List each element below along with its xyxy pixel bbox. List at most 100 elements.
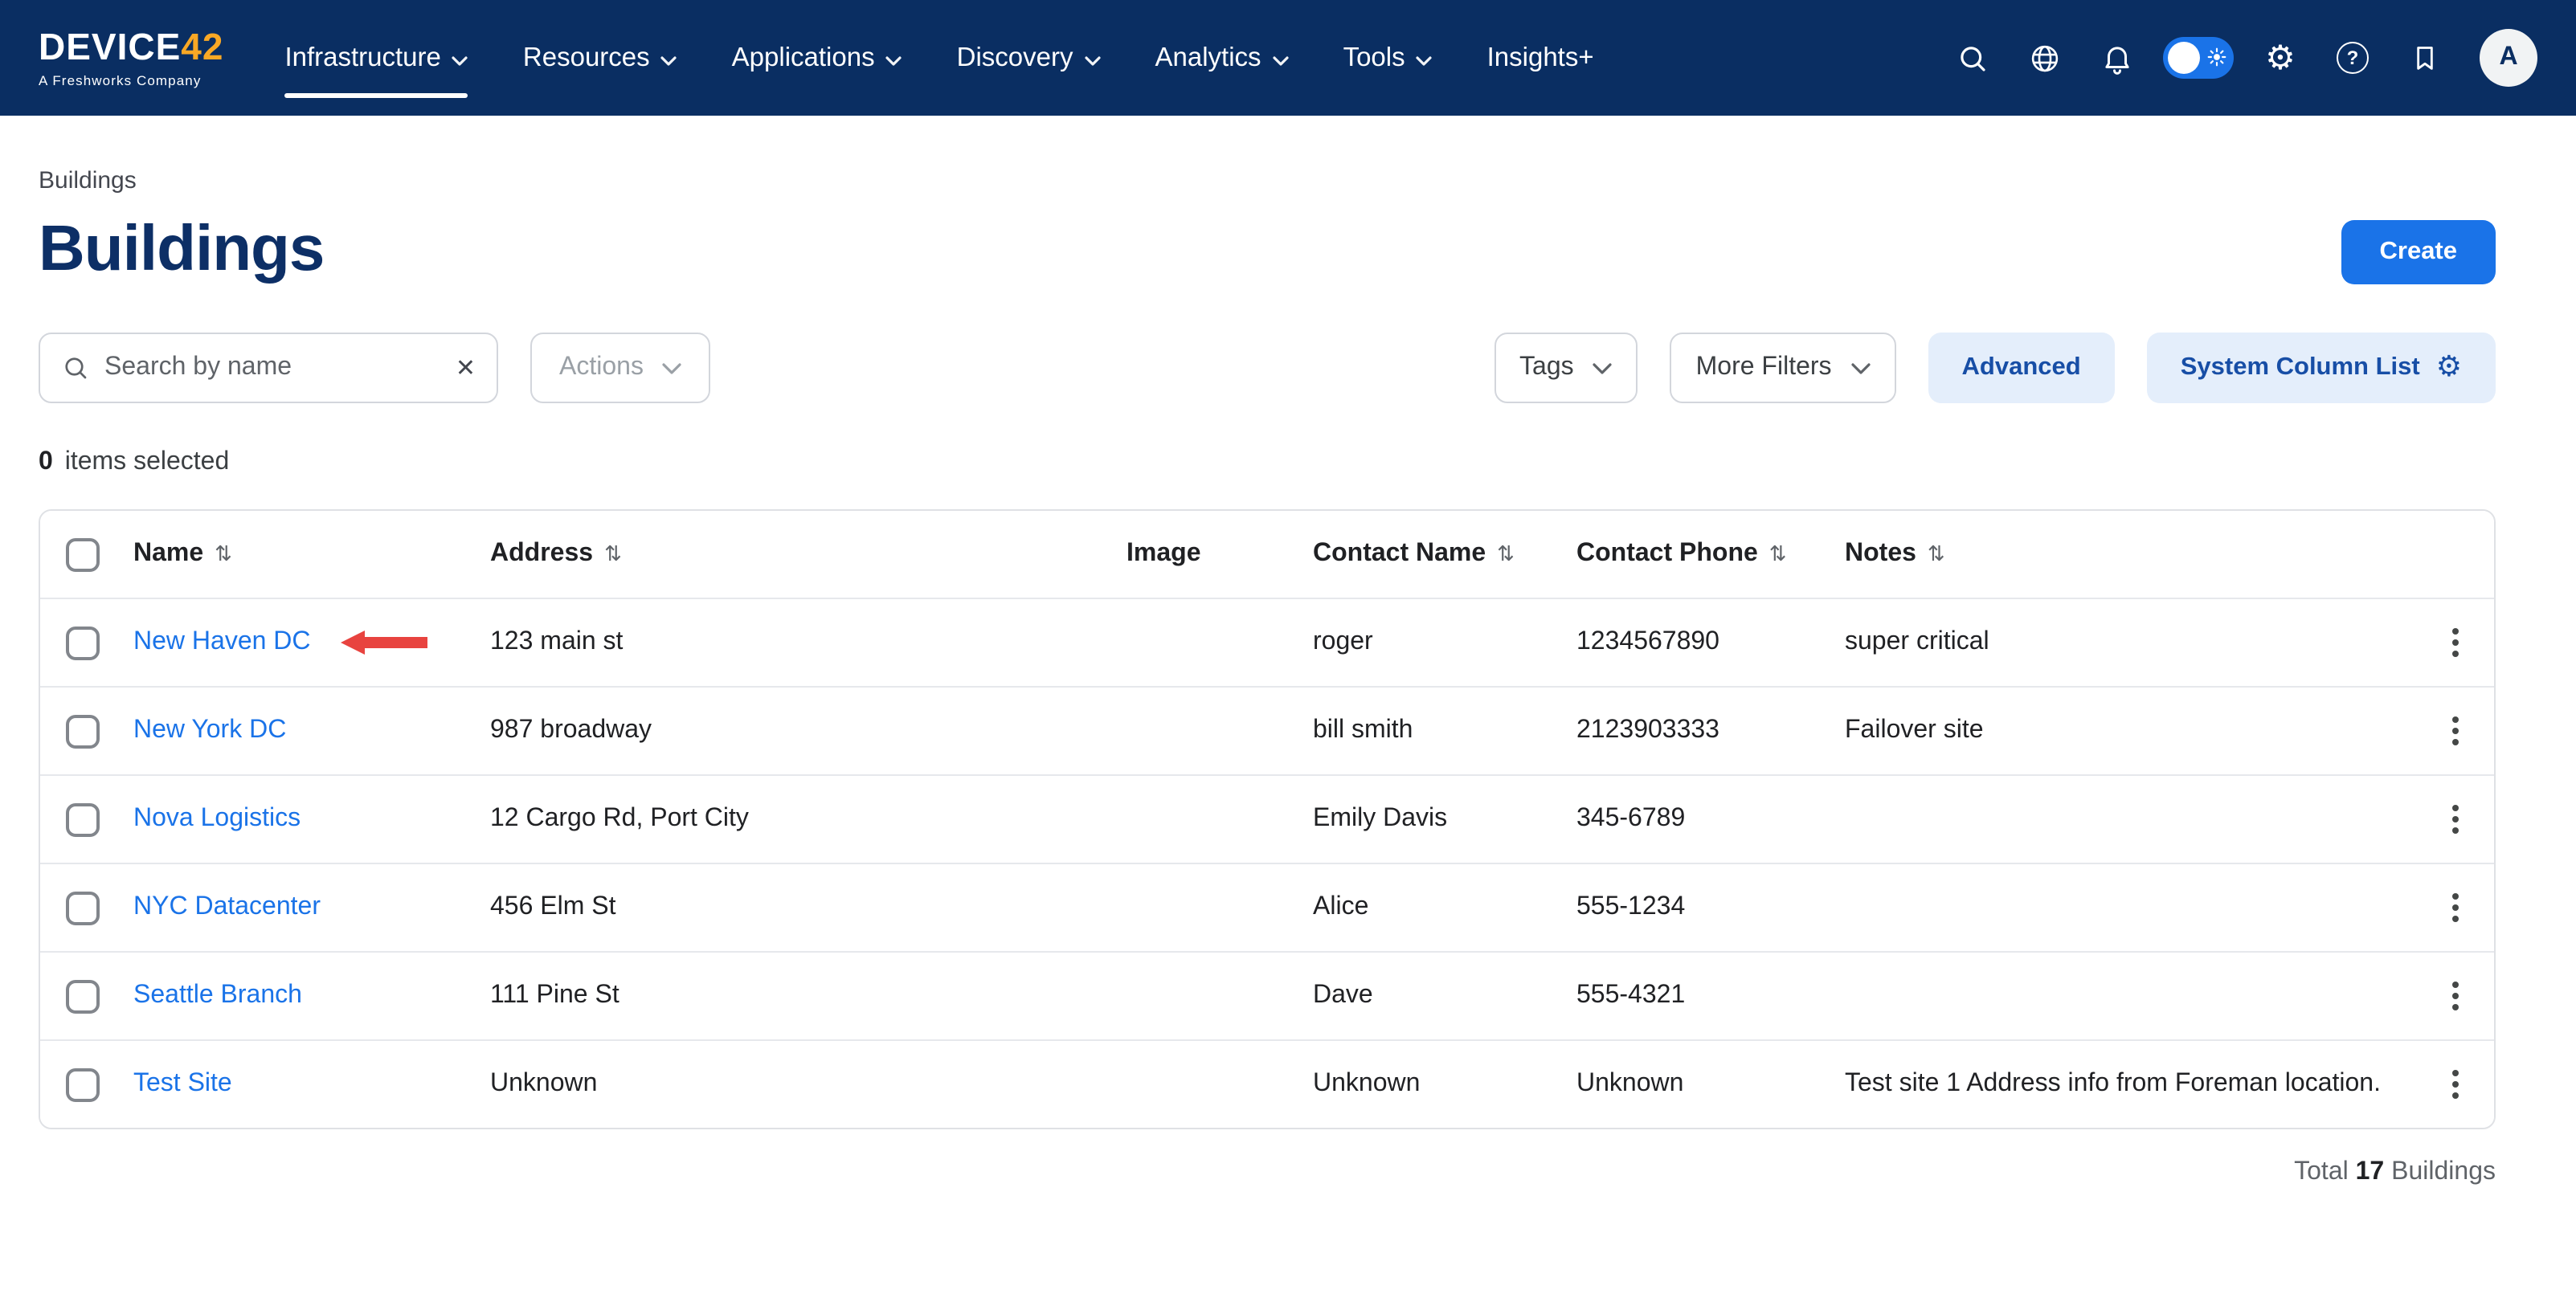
device42-logo[interactable]: DEVICE42 A Freshworks Company (39, 28, 223, 88)
total-prefix: Total (2294, 1158, 2349, 1186)
globe-icon[interactable] (2018, 32, 2070, 84)
table-header-row: Name⇅ Address⇅ Image Contact Name⇅ Conta… (40, 511, 2494, 598)
chevron-down-icon (1851, 362, 1871, 373)
notes-cell: super critical (1845, 628, 2417, 657)
row-menu-icon[interactable] (2446, 887, 2465, 929)
row-checkbox[interactable] (66, 626, 100, 659)
nav-item-label: Discovery (957, 43, 1073, 73)
brand-wordmark: DEVICE42 (39, 28, 223, 65)
nav-item-label: Analytics (1155, 43, 1261, 73)
clear-search-icon[interactable]: ✕ (456, 356, 476, 380)
nav-item-resources[interactable]: Resources (523, 0, 677, 116)
row-menu-icon[interactable] (2446, 622, 2465, 663)
nav-item-discovery[interactable]: Discovery (957, 0, 1101, 116)
building-name-link[interactable]: Test Site (133, 1070, 232, 1099)
column-header-address[interactable]: Address⇅ (490, 540, 1126, 569)
building-name-link[interactable]: New Haven DC (133, 628, 311, 657)
theme-toggle[interactable] (2163, 37, 2234, 79)
row-menu-icon[interactable] (2446, 975, 2465, 1017)
nav-item-analytics[interactable]: Analytics (1155, 0, 1289, 116)
building-name-link[interactable]: Nova Logistics (133, 805, 301, 834)
sort-icon[interactable]: ⇅ (1769, 542, 1787, 566)
nav-item-applications[interactable]: Applications (732, 0, 902, 116)
advanced-button[interactable]: Advanced (1928, 333, 2115, 403)
address-cell: 987 broadway (490, 716, 1126, 745)
nav-item-insights[interactable]: Insights+ (1487, 0, 1594, 116)
bell-icon[interactable] (2091, 32, 2142, 84)
more-filters-dropdown[interactable]: More Filters (1670, 333, 1896, 403)
table-row: Test Site Unknown Unknown Unknown Test s… (40, 1039, 2494, 1128)
selected-label: items selected (65, 448, 230, 476)
selected-count: 0 (39, 448, 53, 476)
selection-status: 0 items selected (39, 448, 2496, 477)
brand-text: DEVICE (39, 25, 181, 67)
select-all-checkbox[interactable] (66, 537, 100, 571)
contact-phone-cell: 555-1234 (1576, 893, 1845, 922)
chevron-down-icon (661, 55, 677, 65)
bookmark-icon[interactable] (2399, 32, 2451, 84)
building-name-link[interactable]: Seattle Branch (133, 982, 302, 1010)
address-cell: 123 main st (490, 628, 1126, 657)
row-checkbox[interactable] (66, 891, 100, 925)
contact-name-cell: Unknown (1313, 1070, 1576, 1099)
tags-dropdown[interactable]: Tags (1494, 333, 1638, 403)
chevron-down-icon (886, 55, 902, 65)
tags-label: Tags (1519, 353, 1574, 382)
table-footer: Total 17 Buildings (39, 1158, 2496, 1187)
sort-icon[interactable]: ⇅ (1497, 542, 1515, 566)
title-row: Buildings Create (39, 214, 2496, 284)
breadcrumb[interactable]: Buildings (39, 167, 2496, 194)
sort-icon[interactable]: ⇅ (1928, 542, 1945, 566)
row-checkbox[interactable] (66, 802, 100, 836)
contact-name-cell: roger (1313, 628, 1576, 657)
actions-dropdown[interactable]: Actions (530, 333, 711, 403)
contact-phone-cell: 2123903333 (1576, 716, 1845, 745)
system-column-list-label: System Column List (2181, 353, 2420, 382)
nav-item-tools[interactable]: Tools (1343, 0, 1433, 116)
address-cell: 12 Cargo Rd, Port City (490, 805, 1126, 834)
building-name-link[interactable]: NYC Datacenter (133, 893, 321, 922)
table-row: Seattle Branch 111 Pine St Dave 555-4321 (40, 951, 2494, 1039)
contact-name-cell: Emily Davis (1313, 805, 1576, 834)
column-header-name[interactable]: Name⇅ (133, 540, 490, 569)
nav-item-label: Insights+ (1487, 43, 1594, 73)
nav-item-label: Infrastructure (284, 43, 440, 73)
column-header-notes[interactable]: Notes⇅ (1845, 540, 2417, 569)
row-menu-icon[interactable] (2446, 710, 2465, 752)
address-cell: Unknown (490, 1070, 1126, 1099)
sort-icon[interactable]: ⇅ (215, 542, 232, 566)
search-icon[interactable] (1946, 32, 1997, 84)
toolbar: ✕ Actions Tags More Filters Advanced Sys… (39, 333, 2496, 403)
chevron-down-icon (452, 55, 468, 65)
sun-icon (2206, 47, 2227, 67)
table-row: Nova Logistics 12 Cargo Rd, Port City Em… (40, 774, 2494, 863)
nav-item-infrastructure[interactable]: Infrastructure (284, 0, 468, 116)
primary-nav: Infrastructure Resources Applications Di… (284, 0, 1593, 116)
search-input[interactable] (104, 353, 441, 382)
row-menu-icon[interactable] (2446, 1063, 2465, 1105)
chevron-down-icon (1085, 55, 1101, 65)
user-avatar[interactable]: A (2480, 29, 2537, 87)
help-icon[interactable]: ? (2327, 32, 2378, 84)
page-title: Buildings (39, 214, 324, 284)
row-menu-icon[interactable] (2446, 798, 2465, 840)
toggle-knob (2168, 42, 2200, 74)
column-header-contact-name[interactable]: Contact Name⇅ (1313, 540, 1576, 569)
red-arrow-annotation (339, 628, 429, 657)
system-column-list-button[interactable]: System Column List ⚙ (2147, 333, 2496, 403)
nav-item-label: Applications (732, 43, 875, 73)
main-content: Buildings Buildings Create ✕ Actions Tag… (0, 116, 2576, 1226)
search-box: ✕ (39, 333, 498, 403)
create-button[interactable]: Create (2341, 220, 2496, 284)
row-checkbox[interactable] (66, 1067, 100, 1101)
contact-name-cell: Dave (1313, 982, 1576, 1010)
contact-name-cell: Alice (1313, 893, 1576, 922)
column-header-contact-phone[interactable]: Contact Phone⇅ (1576, 540, 1845, 569)
contact-phone-cell: Unknown (1576, 1070, 1845, 1099)
row-checkbox[interactable] (66, 979, 100, 1013)
search-icon (61, 353, 90, 382)
sort-icon[interactable]: ⇅ (604, 542, 622, 566)
row-checkbox[interactable] (66, 714, 100, 748)
gear-icon[interactable]: ⚙ (2255, 32, 2306, 84)
building-name-link[interactable]: New York DC (133, 716, 286, 745)
